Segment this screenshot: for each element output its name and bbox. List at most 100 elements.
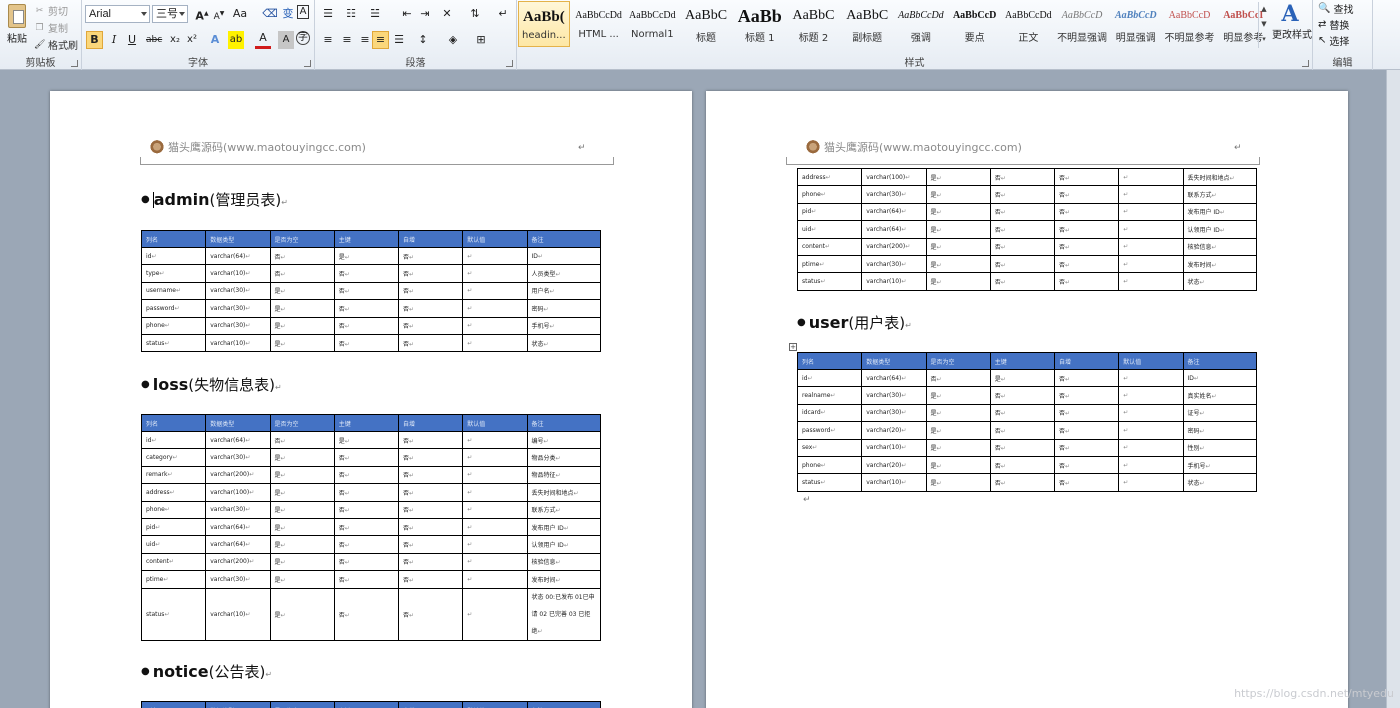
- table-cell[interactable]: category↵: [140, 448, 207, 467]
- table-cell[interactable]: ↵: [462, 500, 528, 519]
- table-cell[interactable]: content↵: [140, 552, 207, 572]
- table-cell[interactable]: 是↵: [269, 465, 335, 485]
- table-cell[interactable]: 否↵: [1053, 473, 1120, 492]
- table-cell[interactable]: varchar(64)↵: [861, 368, 927, 388]
- table-cell[interactable]: varchar(64)↵: [205, 535, 271, 554]
- table-row[interactable]: status↵ varchar(10)↵ 是↵ 否↵ 否↵ ↵ 状态↵: [796, 473, 1257, 492]
- table-cell[interactable]: ↵: [462, 316, 528, 335]
- table-row[interactable]: ptime↵ varchar(30)↵ 是↵ 否↵ 否↵ ↵ 发布时间↵: [140, 570, 601, 589]
- table-cell[interactable]: 否↵: [989, 167, 1056, 187]
- strikethrough-button[interactable]: abc: [146, 31, 162, 49]
- table-cell[interactable]: 物品特征↵: [526, 465, 601, 485]
- table-cell[interactable]: uid↵: [140, 535, 207, 554]
- table-cell[interactable]: 发布用户 ID↵: [1182, 202, 1257, 222]
- table-cell[interactable]: 性别↵: [1182, 438, 1257, 457]
- style-item[interactable]: AaBbC 标题 2: [787, 1, 841, 47]
- table-cell[interactable]: 密码↵: [1182, 421, 1257, 440]
- table-cell[interactable]: varchar(64)↵: [861, 202, 927, 222]
- table-cell[interactable]: 是↵: [989, 368, 1056, 388]
- table-cell[interactable]: ↵: [462, 587, 528, 641]
- table-cell[interactable]: varchar(64)↵: [861, 220, 927, 239]
- table-cell[interactable]: 是↵: [269, 316, 335, 335]
- table-cell[interactable]: 状态↵: [1182, 272, 1257, 291]
- table-cell[interactable]: 否↵: [989, 403, 1056, 423]
- table-cell[interactable]: varchar(10)↵: [861, 438, 927, 457]
- table-cell[interactable]: 状态 00:已发布 01已申请 02 已完善 03 已拒绝↵: [526, 587, 601, 641]
- table-cell[interactable]: 是↵: [925, 403, 991, 423]
- table-cell[interactable]: 否↵: [397, 246, 464, 266]
- table-cell[interactable]: 是↵: [925, 167, 991, 187]
- table-row[interactable]: password↵ varchar(20)↵ 是↵ 否↵ 否↵ ↵ 密码↵: [796, 421, 1257, 440]
- grow-font-button[interactable]: A▲: [194, 5, 210, 23]
- table-cell[interactable]: 否↵: [269, 246, 335, 266]
- highlight-button[interactable]: ab: [228, 31, 244, 49]
- table-row[interactable]: phone↵ varchar(20)↵ 是↵ 否↵ 否↵ ↵ 手机号↵: [796, 455, 1257, 475]
- table-cell[interactable]: ↵: [462, 535, 528, 554]
- table-row[interactable]: type↵ varchar(10)↵ 否↵ 否↵ 否↵ ↵ 人员类型↵: [140, 264, 601, 283]
- table-cell[interactable]: 物品分类↵: [526, 448, 601, 467]
- table-cell[interactable]: 否↵: [333, 552, 400, 572]
- table-row[interactable]: category↵ varchar(30)↵ 是↵ 否↵ 否↵ ↵ 物品分类↵: [140, 448, 601, 467]
- table-cell[interactable]: 否↵: [1053, 167, 1120, 187]
- sort-button[interactable]: ⇅: [467, 5, 483, 23]
- column-header[interactable]: 数据类型: [205, 414, 271, 432]
- table-cell[interactable]: 否↵: [397, 465, 464, 485]
- table-cell[interactable]: ↵: [462, 430, 528, 450]
- column-header[interactable]: 是否为空: [269, 414, 335, 432]
- table-row[interactable]: realname↵ varchar(30)↵ 是↵ 否↵ 否↵ ↵ 真实姓名↵: [796, 386, 1257, 405]
- table-cell[interactable]: ↵: [1118, 403, 1184, 423]
- table-cell[interactable]: 联系方式↵: [1182, 185, 1257, 204]
- table-cell[interactable]: 否↵: [269, 430, 335, 450]
- table-cell[interactable]: 否↵: [989, 237, 1056, 256]
- table-cell[interactable]: 是↵: [269, 333, 335, 353]
- table-cell[interactable]: 是↵: [269, 281, 335, 301]
- table-cell[interactable]: 否↵: [333, 448, 400, 467]
- table-cell[interactable]: 是↵: [269, 500, 335, 519]
- table-cell[interactable]: 否↵: [397, 552, 464, 572]
- table-cell[interactable]: 否↵: [989, 220, 1056, 239]
- table-cell[interactable]: username↵: [140, 281, 207, 301]
- table-user[interactable]: 列名 数据类型 是否为空 主键 自增 默认值 备注 id↵ varchar(64)↵ 否↵ 是↵ 否↵…: [796, 352, 1257, 492]
- table-cell[interactable]: 否↵: [333, 500, 400, 519]
- table-cell[interactable]: ↵: [1118, 438, 1184, 457]
- table-cell[interactable]: ↵: [462, 281, 528, 301]
- style-item[interactable]: AaBbCcD 不明显参考: [1163, 1, 1217, 47]
- column-header[interactable]: 备注: [526, 414, 601, 432]
- table-cell[interactable]: 认领用户 ID↵: [1182, 220, 1257, 239]
- style-item[interactable]: AaBbC 标题: [679, 1, 733, 47]
- table-cell[interactable]: 否↵: [1053, 272, 1120, 291]
- table-move-handle-icon[interactable]: +: [789, 343, 797, 351]
- table-loss-continued[interactable]: address↵ varchar(100)↵ 是↵ 否↵ 否↵ ↵ 丢失时间和地点↵ phon…: [796, 167, 1257, 291]
- table-cell[interactable]: 发布时间↵: [526, 570, 601, 589]
- table-row[interactable]: uid↵ varchar(64)↵ 是↵ 否↵ 否↵ ↵ 认领用户 ID↵: [796, 220, 1257, 239]
- table-cell[interactable]: status↵: [796, 272, 863, 291]
- table-cell[interactable]: 否↵: [989, 272, 1056, 291]
- table-cell[interactable]: 手机号↵: [1182, 455, 1257, 475]
- line-spacing-button[interactable]: ↕: [415, 31, 431, 49]
- table-cell[interactable]: ↵: [1118, 185, 1184, 204]
- table-cell[interactable]: varchar(64)↵: [205, 246, 271, 266]
- change-styles-button[interactable]: A 更改样式: [1272, 2, 1312, 41]
- table-cell[interactable]: phone↵: [140, 316, 207, 335]
- copy-button[interactable]: ❐ 复制: [34, 20, 68, 36]
- column-header[interactable]: 备注: [526, 701, 601, 708]
- table-cell[interactable]: 联系方式↵: [526, 500, 601, 519]
- table-cell[interactable]: ↵: [462, 465, 528, 485]
- table-cell[interactable]: uid↵: [796, 220, 863, 239]
- table-row[interactable]: sex↵ varchar(10)↵ 是↵ 否↵ 否↵ ↵ 性别↵: [796, 438, 1257, 457]
- table-notice[interactable]: 列名数据类型是否为空主键自增默认值备注: [140, 701, 601, 708]
- bold-button[interactable]: B: [86, 31, 103, 49]
- table-cell[interactable]: phone↵: [796, 185, 863, 204]
- decrease-indent-button[interactable]: ⇤: [399, 5, 415, 23]
- table-cell[interactable]: ↵: [1118, 202, 1184, 222]
- table-cell[interactable]: address↵: [796, 167, 863, 187]
- table-row[interactable]: status↵ varchar(10)↵ 是↵ 否↵ 否↵ ↵ 状态↵: [140, 333, 601, 353]
- table-cell[interactable]: 丢失时间和地点↵: [1182, 167, 1257, 187]
- table-cell[interactable]: id↵: [140, 430, 207, 450]
- table-row[interactable]: status↵ varchar(10)↵ 是↵ 否↵ 否↵ ↵ 状态 00:已发布 01已申…: [140, 587, 601, 641]
- table-cell[interactable]: 否↵: [397, 316, 464, 335]
- table-cell[interactable]: ↵: [462, 333, 528, 353]
- column-header[interactable]: 主键: [989, 352, 1056, 370]
- table-cell[interactable]: 否↵: [397, 570, 464, 589]
- table-cell[interactable]: varchar(10)↵: [205, 587, 271, 641]
